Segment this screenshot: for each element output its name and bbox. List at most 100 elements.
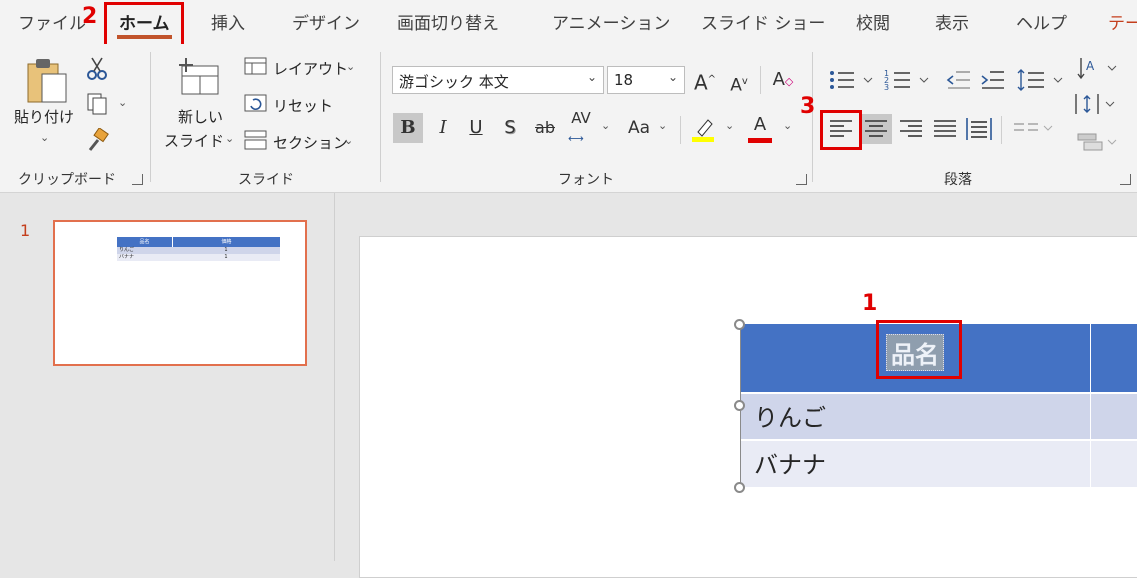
- dialog-launcher-icon[interactable]: [796, 174, 807, 185]
- layout-label: レイアウト: [273, 60, 349, 78]
- divider: [760, 66, 761, 94]
- chevron-down-icon: ⌄: [667, 70, 678, 84]
- tab-theme-partial[interactable]: テー: [1108, 9, 1137, 34]
- tab-animations[interactable]: アニメーション: [552, 9, 670, 34]
- table-cell[interactable]: [1091, 394, 1137, 439]
- step-marker-1: 1: [862, 291, 878, 316]
- new-slide-icon: [179, 58, 219, 95]
- paragraph-group-label: 段落: [944, 172, 972, 188]
- highlight-box-header-text: [876, 320, 962, 379]
- table-cell[interactable]: [1091, 441, 1137, 487]
- chevron-down-icon[interactable]: ⌄: [118, 96, 127, 109]
- increase-indent-icon[interactable]: [980, 68, 1006, 92]
- align-right-icon[interactable]: [896, 116, 926, 142]
- align-text-icon[interactable]: [1074, 92, 1120, 116]
- paste-label: 貼り付け: [14, 108, 75, 126]
- highlight-box-align-left: [820, 110, 862, 150]
- table-header-cell[interactable]: [1091, 324, 1137, 392]
- step-marker-3: 3: [800, 94, 816, 119]
- chevron-down-icon: ⌄: [783, 119, 793, 132]
- font-color-icon: A: [753, 114, 767, 135]
- layout-icon: [244, 57, 267, 75]
- strikethrough-button[interactable]: ab: [530, 113, 560, 143]
- thumb-row-cell: バナナ: [117, 254, 172, 261]
- thumb-header-cell: 品名: [117, 237, 172, 247]
- chevron-down-icon: ⌄: [40, 131, 50, 144]
- chevron-down-icon: ⌄: [344, 134, 354, 147]
- bold-button[interactable]: B: [393, 113, 423, 143]
- tab-review[interactable]: 校閲: [856, 9, 890, 34]
- font-color-swatch: [748, 138, 772, 143]
- grow-font-icon[interactable]: A^: [690, 65, 720, 95]
- smartart-icon[interactable]: [1074, 130, 1120, 154]
- group-divider: [150, 52, 151, 182]
- distributed-icon[interactable]: [964, 116, 994, 142]
- justify-icon[interactable]: [930, 116, 960, 142]
- copy-icon[interactable]: [86, 92, 108, 116]
- ribbon-tab-bar: ファイル ホーム 挿入 デザイン 画面切り替え アニメーション スライド ショー…: [0, 0, 1137, 48]
- svg-text:A: A: [1086, 59, 1095, 73]
- thumb-header-cell: 価格: [172, 237, 280, 247]
- underline-button[interactable]: U: [461, 113, 491, 143]
- font-group-label: フォント: [558, 172, 614, 188]
- tab-design[interactable]: デザイン: [292, 9, 360, 34]
- columns-icon[interactable]: [1010, 118, 1056, 140]
- font-name-value: 游ゴシック 本文: [399, 73, 509, 91]
- step-marker-2: 2: [82, 4, 98, 29]
- clear-formatting-icon[interactable]: A◇: [768, 65, 798, 95]
- thumb-row-cell: りんご: [117, 247, 172, 254]
- font-size-value: 18: [614, 71, 634, 89]
- tab-slideshow[interactable]: スライド ショー: [701, 9, 825, 34]
- slides-group-label: スライド: [238, 172, 294, 188]
- ribbon: 貼り付け ⌄ ⌄ クリップボード 新しい スライド ⌄ レイアウト ⌄ リセット…: [0, 44, 1137, 193]
- group-divider: [380, 52, 381, 182]
- divider: [680, 116, 681, 144]
- numbering-icon[interactable]: 1 2 3: [884, 68, 932, 92]
- section-icon: [244, 130, 267, 150]
- dialog-launcher-icon[interactable]: [132, 174, 143, 185]
- resize-handle[interactable]: [734, 400, 745, 411]
- slide-canvas[interactable]: 品名 りんご バナナ 1: [359, 236, 1137, 578]
- font-size-select[interactable]: 18 ⌄: [607, 66, 685, 94]
- slide-thumbnail[interactable]: 品名 価格 りんご 1 バナナ 1: [53, 220, 307, 366]
- tab-view[interactable]: 表示: [935, 9, 969, 34]
- tab-help[interactable]: ヘルプ: [1016, 9, 1067, 34]
- shadow-button[interactable]: S: [495, 113, 525, 143]
- cut-icon[interactable]: [86, 56, 108, 80]
- align-center-icon[interactable]: [860, 114, 892, 144]
- divider: [1001, 116, 1002, 144]
- chevron-down-icon: ⌄: [346, 60, 356, 73]
- bullets-icon[interactable]: [828, 68, 876, 92]
- section-label: セクション: [273, 134, 349, 152]
- chevron-down-icon: ⌄: [658, 119, 668, 132]
- clipboard-group-label: クリップボード: [18, 172, 116, 188]
- tab-file[interactable]: ファイル: [18, 9, 86, 34]
- format-painter-icon[interactable]: [86, 128, 110, 152]
- text-direction-icon[interactable]: A: [1076, 56, 1120, 82]
- resize-handle[interactable]: [734, 482, 745, 493]
- thumb-row-cell: 1: [172, 254, 280, 261]
- tab-insert[interactable]: 挿入: [211, 9, 245, 34]
- chevron-down-icon: ⌄: [725, 119, 735, 132]
- shrink-font-icon[interactable]: Av: [724, 67, 754, 97]
- new-slide-label-line2: スライド: [164, 132, 225, 150]
- chevron-down-icon: ⌄: [601, 119, 611, 132]
- highlighter-icon: [692, 119, 714, 142]
- resize-handle[interactable]: [734, 319, 745, 330]
- chevron-down-icon: ⌄: [586, 70, 597, 84]
- tab-transitions[interactable]: 画面切り替え: [397, 9, 499, 34]
- svg-text:3: 3: [884, 83, 889, 92]
- dialog-launcher-icon[interactable]: [1120, 174, 1131, 185]
- italic-button[interactable]: I: [428, 113, 458, 143]
- slide-thumbnail-pane: 1 品名 価格 りんご 1 バナナ 1: [0, 193, 335, 561]
- table-cell[interactable]: バナナ: [740, 441, 1090, 487]
- chevron-down-icon: ⌄: [225, 132, 235, 145]
- slide-number: 1: [20, 221, 31, 240]
- line-spacing-icon[interactable]: [1016, 68, 1066, 92]
- reset-icon: [244, 94, 267, 112]
- table-cell[interactable]: りんご: [740, 394, 1090, 439]
- font-name-select[interactable]: 游ゴシック 本文 ⌄: [392, 66, 604, 94]
- decrease-indent-icon[interactable]: [946, 68, 972, 92]
- paste-icon: [27, 59, 67, 103]
- spacing-arrows-icon: ⟷: [568, 132, 584, 145]
